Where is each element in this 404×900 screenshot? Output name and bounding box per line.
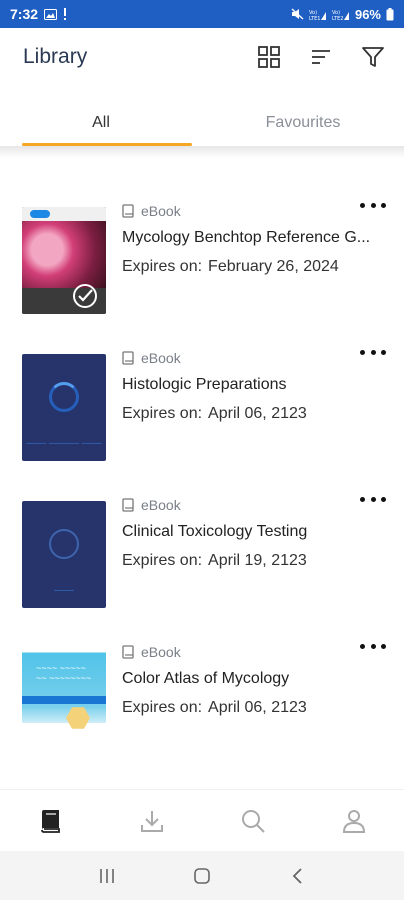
recent-apps-icon[interactable] [92, 861, 122, 891]
back-icon[interactable] [282, 861, 312, 891]
expiry-label: Expires on: [122, 552, 203, 569]
filter-icon[interactable] [360, 44, 386, 70]
book-cover[interactable] [22, 207, 106, 314]
profile-icon[interactable] [334, 801, 374, 841]
loading-spinner-icon [49, 382, 79, 412]
list-item[interactable]: —— eBook Clinical Toxicology Testing Exp… [0, 479, 404, 626]
battery-icon [386, 7, 394, 21]
expiry-label: Expires on: [122, 405, 203, 422]
grid-view-icon[interactable] [256, 44, 282, 70]
book-type-label: eBook [141, 644, 181, 660]
book-type-label: eBook [141, 350, 181, 366]
book-cover[interactable]: —— [22, 501, 106, 608]
expiry-date: February 26, 2024 [208, 258, 339, 275]
expiry-label: Expires on: [122, 699, 203, 716]
tab-favourites[interactable]: Favourites [202, 100, 404, 146]
library-icon[interactable] [31, 801, 71, 841]
expiry-date: April 06, 2123 [208, 699, 307, 716]
book-expiry: Expires on: April 19, 2123 [122, 552, 380, 570]
book-type: eBook [122, 199, 380, 223]
book-cover[interactable]: —— ——— —— [22, 354, 106, 461]
book-expiry: Expires on: April 06, 2123 [122, 405, 380, 423]
downloaded-check-icon [73, 284, 97, 308]
book-title[interactable]: Color Atlas of Mycology [122, 670, 380, 692]
book-type: eBook [122, 640, 380, 664]
book-cover[interactable]: ~~~~ ~~~~~ ~~ ~~~~~~~~ [22, 648, 106, 755]
book-type: eBook [122, 493, 380, 517]
expiry-date: April 19, 2123 [208, 552, 307, 569]
more-options-button[interactable] [360, 638, 386, 654]
book-icon [122, 498, 134, 512]
more-options-button[interactable] [360, 491, 386, 507]
more-options-button[interactable] [360, 197, 386, 213]
sort-icon[interactable] [308, 44, 334, 70]
system-nav-bar [0, 851, 404, 900]
loading-spinner-icon [49, 529, 79, 559]
list-item[interactable]: eBook Mycology Benchtop Reference G... E… [0, 185, 404, 332]
svg-text:LTE1: LTE1 [309, 16, 321, 20]
expiry-label: Expires on: [122, 258, 203, 275]
list-item[interactable]: eBook [0, 773, 404, 789]
tab-all[interactable]: All [0, 100, 202, 146]
book-icon [122, 204, 134, 218]
bottom-nav [0, 789, 404, 851]
book-icon [122, 645, 134, 659]
book-expiry: Expires on: February 26, 2024 [122, 258, 380, 276]
list-item[interactable]: —— ——— —— eBook Histologic Preparations … [0, 332, 404, 479]
list-item[interactable]: ~~~~ ~~~~~ ~~ ~~~~~~~~ eBook Color Atlas… [0, 626, 404, 773]
page-title: Library [23, 45, 88, 68]
svg-text:LTE2: LTE2 [332, 16, 344, 20]
tab-divider [0, 146, 404, 158]
alert-notification-icon [63, 8, 67, 20]
tab-bar: All Favourites [0, 100, 404, 146]
book-expiry: Expires on: April 06, 2123 [122, 699, 380, 717]
book-list[interactable]: eBook Mycology Benchtop Reference G... E… [0, 185, 404, 789]
gallery-notification-icon [44, 8, 58, 20]
book-title[interactable]: Mycology Benchtop Reference G... [122, 229, 380, 251]
more-options-button[interactable] [360, 344, 386, 360]
download-icon[interactable] [132, 801, 172, 841]
app-bar: Library [0, 28, 404, 86]
signal-2-icon: Vo) LTE2 [332, 8, 350, 20]
book-type-label: eBook [141, 203, 181, 219]
status-bar: 7:32 Vo) LTE1 Vo) LTE2 96% [0, 0, 404, 28]
signal-1-icon: Vo) LTE1 [309, 8, 327, 20]
expiry-date: April 06, 2123 [208, 405, 307, 422]
book-title[interactable]: Histologic Preparations [122, 376, 380, 398]
battery-percent: 96% [354, 6, 381, 22]
status-time: 7:32 [10, 6, 39, 22]
book-title[interactable]: Clinical Toxicology Testing [122, 523, 380, 545]
book-type-label: eBook [141, 497, 181, 513]
book-type: eBook [122, 346, 380, 370]
mute-icon [291, 8, 304, 20]
search-icon[interactable] [233, 801, 273, 841]
book-icon [122, 351, 134, 365]
home-icon[interactable] [187, 861, 217, 891]
